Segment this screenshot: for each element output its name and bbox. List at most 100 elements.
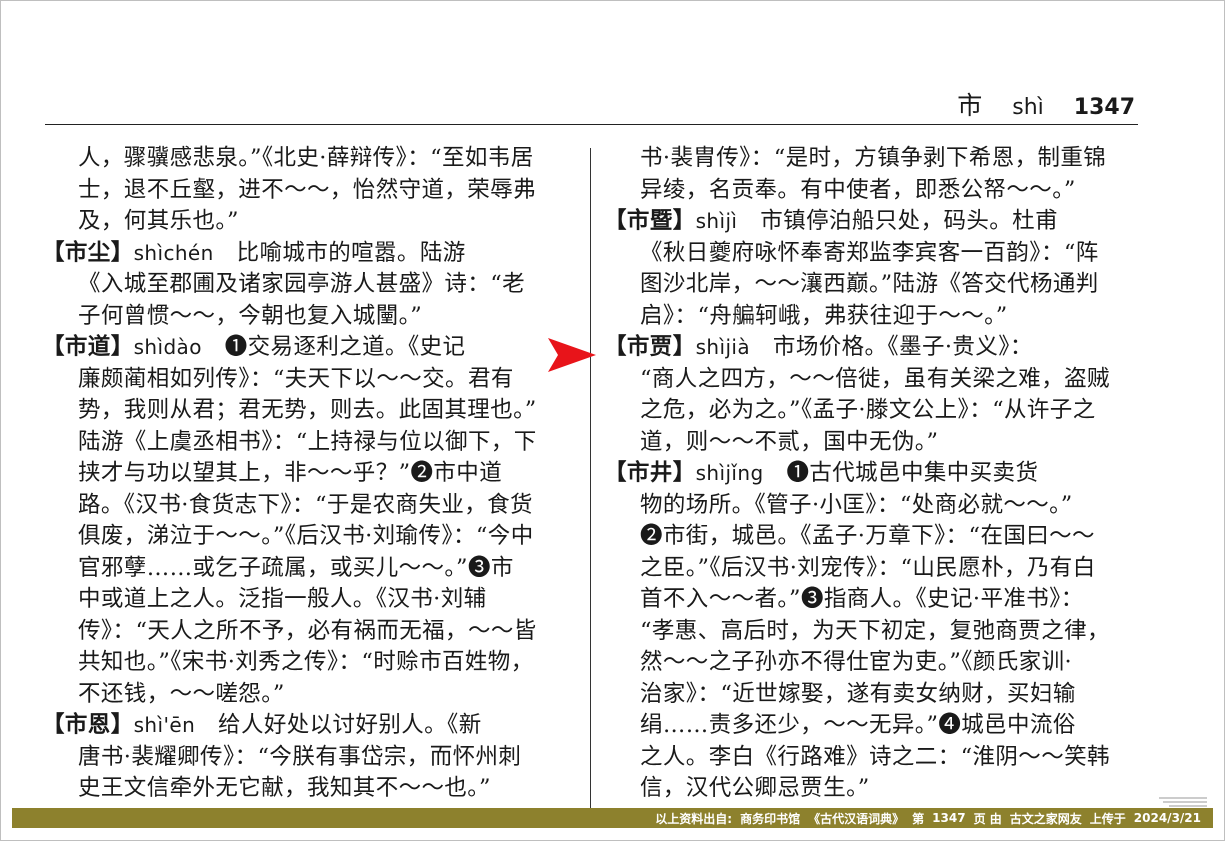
footer-uploader: 古文之家网友 [1009, 811, 1082, 826]
entry-line: 信，汉代公卿忌贾生。” [604, 773, 1144, 805]
line-text: 史王文信牵外无它献，我知其不～～也。” [78, 775, 491, 801]
line-text: 中或道上之人。泛指一般人。《汉书·刘辅 [78, 586, 487, 612]
line-text: 不还钱，～～嗟怨。” [78, 680, 285, 707]
line-text: 士，退不丘壑，进不～～，怡然守道，荣辱弗 [78, 176, 537, 203]
entry-line: 之危，必为之。”《孟子·滕文公上》：“从许子之 [604, 395, 1144, 427]
entry-line: 俱废，涕泣于～～。”《后汉书·刘瑜传》：“今中 [42, 521, 578, 553]
line-text: 《入城至郡圃及诸家园亭游人甚盛》诗：“老 [78, 271, 526, 297]
entry-line: 中或道上之人。泛指一般人。《汉书·刘辅 [42, 584, 578, 616]
headword: 【市井】 [604, 460, 696, 486]
footer-source-label: 以上资料出自: [655, 811, 733, 826]
headword: 【市暨】 [604, 208, 696, 234]
entry-line: 及，何其乐也。” [42, 206, 578, 238]
entry-line: 子何曾惯～～，今朝也复入城闉。” [42, 301, 578, 333]
headword-pinyin: shì'ēn [133, 713, 196, 737]
entry-line: 《入城至郡圃及诸家园亭游人甚盛》诗：“老 [42, 269, 578, 301]
line-text: 给人好处以讨好别人。《新 [195, 712, 482, 738]
footer-publisher: 商务印书馆 [740, 811, 801, 826]
header-pinyin: shì [1012, 95, 1044, 120]
line-text: 唐书·裴耀卿传》：“今朕有事岱宗，而怀州刺 [78, 743, 522, 770]
headword: 【市尘】 [42, 239, 134, 266]
header-rule [45, 124, 1138, 125]
entry-line: 之人。李白《行路难》诗之二：“淮阴～～笑韩 [604, 742, 1144, 774]
line-text: 比喻城市的喧嚣。陆游 [213, 239, 466, 266]
footer-upload-label: 上传于 [1089, 811, 1126, 826]
line-text: 市场价格。《墨子·贵义》： [750, 334, 1033, 360]
entry-headline: 【市井】shìjǐng ❶古代城邑中集中买卖货 [604, 458, 1144, 490]
line-text: “商人之四方，～～倍徙，虽有关梁之难，盗贼 [640, 365, 1110, 392]
line-text: 物的场所。《管子·小匡》：“处商必就～～。” [640, 491, 1073, 518]
line-text: 传》：“天人之所不予，必有祸而无福，～～皆 [78, 617, 537, 644]
line-text: 首不入～～者。”❸指商人。《史记·平准书》： [640, 586, 1084, 612]
line-text: 《秋日夔府咏怀奉寄郑监李宾客一百韵》：“阵 [640, 239, 1099, 266]
entry-line: 挟才与功以望其上，非～～乎？”❷市中道 [42, 458, 578, 490]
entry-line: 传》：“天人之所不予，必有祸而无福，～～皆 [42, 616, 578, 648]
entry-line: 陆游《上虞丞相书》：“上持禄与位以御下，下 [42, 427, 578, 459]
line-text: 子何曾惯～～，今朝也复入城闉。” [78, 302, 423, 329]
line-text: 人，骤骥感悲泉。”《北史·薛辩传》：“至如韦居 [78, 145, 534, 171]
entry-headline: 【市恩】shì'ēn 给人好处以讨好别人。《新 [42, 710, 578, 742]
entry-line: 士，退不丘壑，进不～～，怡然守道，荣辱弗 [42, 175, 578, 207]
footer-date: 2024/3/21 [1133, 811, 1201, 825]
entry-line: 《秋日夔府咏怀奉寄郑监李宾客一百韵》：“阵 [604, 238, 1144, 270]
entry-line: 治家》：“近世嫁娶，遂有卖女纳财，买妇输 [604, 679, 1144, 711]
headword-pinyin: shìchén [133, 240, 214, 265]
entry-line: 廉颇蔺相如列传》：“夫天下以～～交。君有 [42, 364, 578, 396]
line-text: 启》：“舟艑轲峨，弗获往迎于～～。” [640, 302, 1008, 329]
line-text: 路。《汉书·食货志下》：“于是农商失业，食货 [78, 491, 533, 518]
entry-line: 之臣。”《后汉书·刘宠传》：“山民愿朴，乃有白 [604, 553, 1144, 585]
entry-line: 启》：“舟艑轲峨，弗获往迎于～～。” [604, 301, 1144, 333]
line-text: “孝惠、高后时，为天下初定，复弛商贾之律， [640, 617, 1110, 644]
entry-line: 势，我则从君；君无势，则去。此固其理也。” [42, 395, 578, 427]
footer-book-title: 《古代汉语词典》 [808, 811, 905, 826]
entry-line: 异绫，名贡奉。有中使者，即悉公帑～～。” [604, 175, 1144, 207]
footer-page-label: 第 [912, 811, 925, 826]
headword-pinyin: shìjǐng [695, 461, 764, 485]
decorative-lines [1159, 797, 1207, 807]
line-text: 官邪孽……或乞子疏属，或买儿～～。”❸市 [78, 554, 514, 581]
entry-line: 史王文信牵外无它献，我知其不～～也。” [42, 773, 578, 805]
column-divider [590, 148, 591, 808]
line-text: 图沙北岸，～～瀼西巅。”陆游《答交代杨通判 [640, 271, 1099, 297]
line-text: 然～～之子孙亦不得仕宦为吏。”《颜氏家训· [640, 649, 1073, 675]
line-text: 异绫，名贡奉。有中使者，即悉公帑～～。” [640, 176, 1076, 203]
line-text: 绢……责多还少，～～无异。”❹城邑中流俗 [640, 712, 1076, 738]
entry-headline: 【市尘】shìchén 比喻城市的喧嚣。陆游 [42, 238, 578, 270]
footer-page-suffix: 页 由 [973, 811, 1002, 826]
line-text: 信，汉代公卿忌贾生。” [640, 775, 870, 801]
line-text: ❶古代城邑中集中买卖货 [763, 460, 1039, 486]
line-text: 道，则～～不贰，国中无伪。” [640, 428, 939, 455]
header-character: 市 [957, 91, 983, 120]
entry-line: 共知也。”《宋书·刘秀之传》：“时赊市百姓物， [42, 647, 578, 679]
headword: 【市恩】 [42, 712, 134, 738]
line-text: 市镇停泊船只处，码头。杜甫 [737, 208, 1058, 234]
entry-headline: 【市暨】shìjì 市镇停泊船只处，码头。杜甫 [604, 206, 1144, 238]
line-text: 势，我则从君；君无势，则去。此固其理也。” [78, 397, 537, 423]
line-text: 共知也。”《宋书·刘秀之传》：“时赊市百姓物， [78, 649, 534, 675]
entry-line: “孝惠、高后时，为天下初定，复弛商贾之律， [604, 616, 1144, 648]
line-text: 挟才与功以望其上，非～～乎？”❷市中道 [78, 460, 503, 486]
line-text: 治家》：“近世嫁娶，遂有卖女纳财，买妇输 [640, 680, 1076, 707]
right-column: 书·裴胄传》：“是时，方镇争剥下希恩，制重锦 异绫，名贡奉。有中使者，即悉公帑～～… [604, 143, 1144, 807]
line-text: 书·裴胄传》：“是时，方镇争剥下希恩，制重锦 [640, 145, 1107, 171]
entry-line: 官邪孽……或乞子疏属，或买儿～～。”❸市 [42, 553, 578, 585]
entry-line: 路。《汉书·食货志下》：“于是农商失业，食货 [42, 490, 578, 522]
entry-line: 绢……责多还少，～～无异。”❹城邑中流俗 [604, 710, 1144, 742]
line-text: ❷市街，城邑。《孟子·万章下》：“在国曰～～ [640, 523, 1095, 549]
entry-line: 道，则～～不贰，国中无伪。” [604, 427, 1144, 459]
entry-line: 物的场所。《管子·小匡》：“处商必就～～。” [604, 490, 1144, 522]
entry-line: 图沙北岸，～～瀼西巅。”陆游《答交代杨通判 [604, 269, 1144, 301]
line-text: 陆游《上虞丞相书》：“上持禄与位以御下，下 [78, 428, 537, 455]
headword: 【市贾】 [604, 334, 696, 360]
headword-pinyin: shìjì [695, 209, 738, 233]
headword-pinyin: shìdào [133, 335, 202, 359]
line-text: 之危，必为之。”《孟子·滕文公上》：“从许子之 [640, 397, 1096, 423]
header-page-number: 1347 [1073, 95, 1135, 120]
line-text: ❶交易逐利之道。《史记 [201, 334, 466, 360]
headword-pinyin: shìjià [695, 335, 751, 359]
left-column: 人，骤骥感悲泉。”《北史·薛辩传》：“至如韦居 士，退不丘壑，进不～～，怡然守道，… [42, 143, 578, 807]
line-text: 廉颇蔺相如列传》：“夫天下以～～交。君有 [78, 365, 514, 392]
entry-line: 然～～之子孙亦不得仕宦为吏。”《颜氏家训· [604, 647, 1144, 679]
entry-line: ❷市街，城邑。《孟子·万章下》：“在国曰～～ [604, 521, 1144, 553]
entry-line: 人，骤骥感悲泉。”《北史·薛辩传》：“至如韦居 [42, 143, 578, 175]
